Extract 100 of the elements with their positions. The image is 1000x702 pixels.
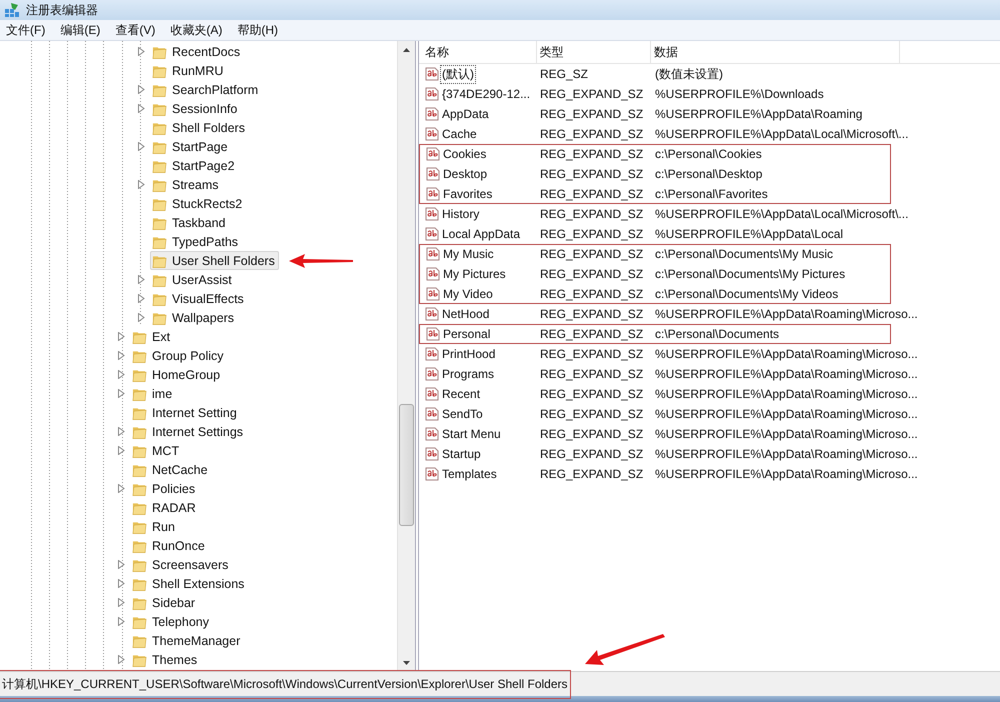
- expand-triangle-icon[interactable]: [118, 484, 125, 493]
- tree-node[interactable]: TypedPaths: [150, 232, 242, 251]
- tree-node[interactable]: Sidebar: [130, 593, 200, 612]
- tree-node[interactable]: ime: [130, 384, 176, 403]
- value-name[interactable]: My Pictures: [441, 266, 508, 282]
- tree-node[interactable]: User Shell Folders: [150, 251, 279, 270]
- value-name[interactable]: Cache: [440, 126, 479, 142]
- menu-item[interactable]: 查看(V): [115, 20, 156, 40]
- tree-node[interactable]: SearchPlatform: [150, 80, 262, 99]
- value-name[interactable]: Startup: [440, 446, 483, 462]
- expand-triangle-icon[interactable]: [118, 351, 125, 360]
- expand-triangle-icon[interactable]: [138, 47, 145, 56]
- tree-node[interactable]: MCT: [130, 441, 184, 460]
- value-type: REG_EXPAND_SZ: [539, 246, 644, 263]
- column-header[interactable]: 名称: [419, 41, 537, 63]
- value-name[interactable]: SendTo: [440, 406, 485, 422]
- value-type: REG_EXPAND_SZ: [539, 266, 644, 283]
- string-value-icon: [425, 367, 439, 381]
- expand-triangle-icon[interactable]: [138, 313, 145, 322]
- expand-triangle-icon[interactable]: [118, 370, 125, 379]
- tree-node[interactable]: RADAR: [130, 498, 200, 517]
- expand-triangle-icon[interactable]: [118, 617, 125, 626]
- value-name[interactable]: Desktop: [441, 166, 490, 182]
- value-name[interactable]: {374DE290-12...: [440, 86, 532, 102]
- scroll-down-icon[interactable]: [403, 660, 410, 664]
- value-type: REG_EXPAND_SZ: [539, 446, 644, 463]
- value-name[interactable]: History: [440, 206, 482, 222]
- tree-node[interactable]: Policies: [130, 479, 200, 498]
- tree-node[interactable]: StartPage2: [150, 156, 239, 175]
- expand-triangle-icon[interactable]: [118, 389, 125, 398]
- tree-node[interactable]: Ext: [130, 327, 174, 346]
- tree-node[interactable]: Group Policy: [130, 346, 228, 365]
- value-data: c:\Personal\Documents: [654, 326, 780, 343]
- column-header[interactable]: 数据: [651, 41, 900, 63]
- menu-item[interactable]: 帮助(H): [237, 20, 278, 40]
- expand-triangle-icon[interactable]: [118, 427, 125, 436]
- tree-node[interactable]: StartPage: [150, 137, 232, 156]
- tree-node[interactable]: HomeGroup: [130, 365, 224, 384]
- value-data: %USERPROFILE%\Downloads: [654, 86, 824, 103]
- value-data: c:\Personal\Documents\My Music: [654, 246, 834, 263]
- tree-node[interactable]: SessionInfo: [150, 99, 242, 118]
- tree-node[interactable]: Telephony: [130, 612, 213, 631]
- scroll-up-icon[interactable]: [403, 48, 410, 52]
- value-name[interactable]: PrintHood: [440, 346, 498, 362]
- expand-triangle-icon[interactable]: [118, 332, 125, 341]
- tree-node[interactable]: Shell Folders: [150, 118, 249, 137]
- expand-triangle-icon[interactable]: [138, 104, 145, 113]
- expand-triangle-icon[interactable]: [138, 180, 145, 189]
- value-data: %USERPROFILE%\AppData\Local: [654, 226, 844, 243]
- value-name[interactable]: My Video: [441, 286, 495, 302]
- string-value-icon: [425, 127, 439, 141]
- tree-node[interactable]: Wallpapers: [150, 308, 238, 327]
- value-name[interactable]: Cookies: [441, 146, 488, 162]
- tree-node[interactable]: UserAssist: [150, 270, 236, 289]
- value-name[interactable]: (默认): [440, 64, 476, 84]
- tree-node[interactable]: Run: [130, 517, 179, 536]
- value-name[interactable]: AppData: [440, 106, 491, 122]
- vertical-scrollbar[interactable]: [397, 41, 415, 671]
- menu-item[interactable]: 文件(F): [6, 20, 46, 40]
- tree-node[interactable]: Streams: [150, 175, 223, 194]
- expand-triangle-icon[interactable]: [138, 142, 145, 151]
- value-name[interactable]: Personal: [441, 326, 492, 342]
- tree-node[interactable]: RunMRU: [150, 61, 228, 80]
- value-data: %USERPROFILE%\AppData\Roaming\Microso...: [654, 466, 918, 483]
- expand-triangle-icon[interactable]: [118, 446, 125, 455]
- value-name[interactable]: Programs: [440, 366, 496, 382]
- expand-triangle-icon[interactable]: [138, 275, 145, 284]
- scrollbar-thumb[interactable]: [399, 404, 414, 526]
- value-name[interactable]: Recent: [440, 386, 482, 402]
- expand-triangle-icon[interactable]: [118, 560, 125, 569]
- value-data: c:\Personal\Favorites: [654, 186, 768, 203]
- tree-node[interactable]: RecentDocs: [150, 42, 244, 61]
- value-name[interactable]: Local AppData: [440, 226, 522, 242]
- expand-triangle-icon[interactable]: [138, 85, 145, 94]
- tree-node[interactable]: ThemeManager: [130, 631, 244, 650]
- tree-node[interactable]: Shell Extensions: [130, 574, 248, 593]
- expand-triangle-icon[interactable]: [118, 655, 125, 664]
- tree-node[interactable]: StuckRects2: [150, 194, 246, 213]
- tree-node[interactable]: RunOnce: [130, 536, 209, 555]
- value-name[interactable]: NetHood: [440, 306, 492, 322]
- tree-node[interactable]: Screensavers: [130, 555, 232, 574]
- value-type: REG_EXPAND_SZ: [539, 206, 644, 223]
- value-name[interactable]: Templates: [440, 466, 499, 482]
- value-data: %USERPROFILE%\AppData\Roaming: [654, 106, 862, 123]
- menu-item[interactable]: 编辑(E): [60, 20, 100, 40]
- value-name[interactable]: Favorites: [441, 186, 494, 202]
- tree-node[interactable]: Internet Setting: [130, 403, 241, 422]
- tree-node[interactable]: Internet Settings: [130, 422, 248, 441]
- expand-triangle-icon[interactable]: [138, 294, 145, 303]
- tree-node[interactable]: NetCache: [130, 460, 212, 479]
- tree-node[interactable]: VisualEffects: [150, 289, 248, 308]
- tree-node[interactable]: Themes: [130, 650, 202, 669]
- expand-triangle-icon[interactable]: [118, 579, 125, 588]
- expand-triangle-icon[interactable]: [118, 598, 125, 607]
- string-value-icon: [426, 267, 440, 281]
- value-name[interactable]: Start Menu: [440, 426, 503, 442]
- tree-node[interactable]: Taskband: [150, 213, 230, 232]
- value-name[interactable]: My Music: [441, 246, 496, 262]
- column-header[interactable]: 类型: [536, 41, 652, 63]
- menu-item[interactable]: 收藏夹(A): [170, 20, 222, 40]
